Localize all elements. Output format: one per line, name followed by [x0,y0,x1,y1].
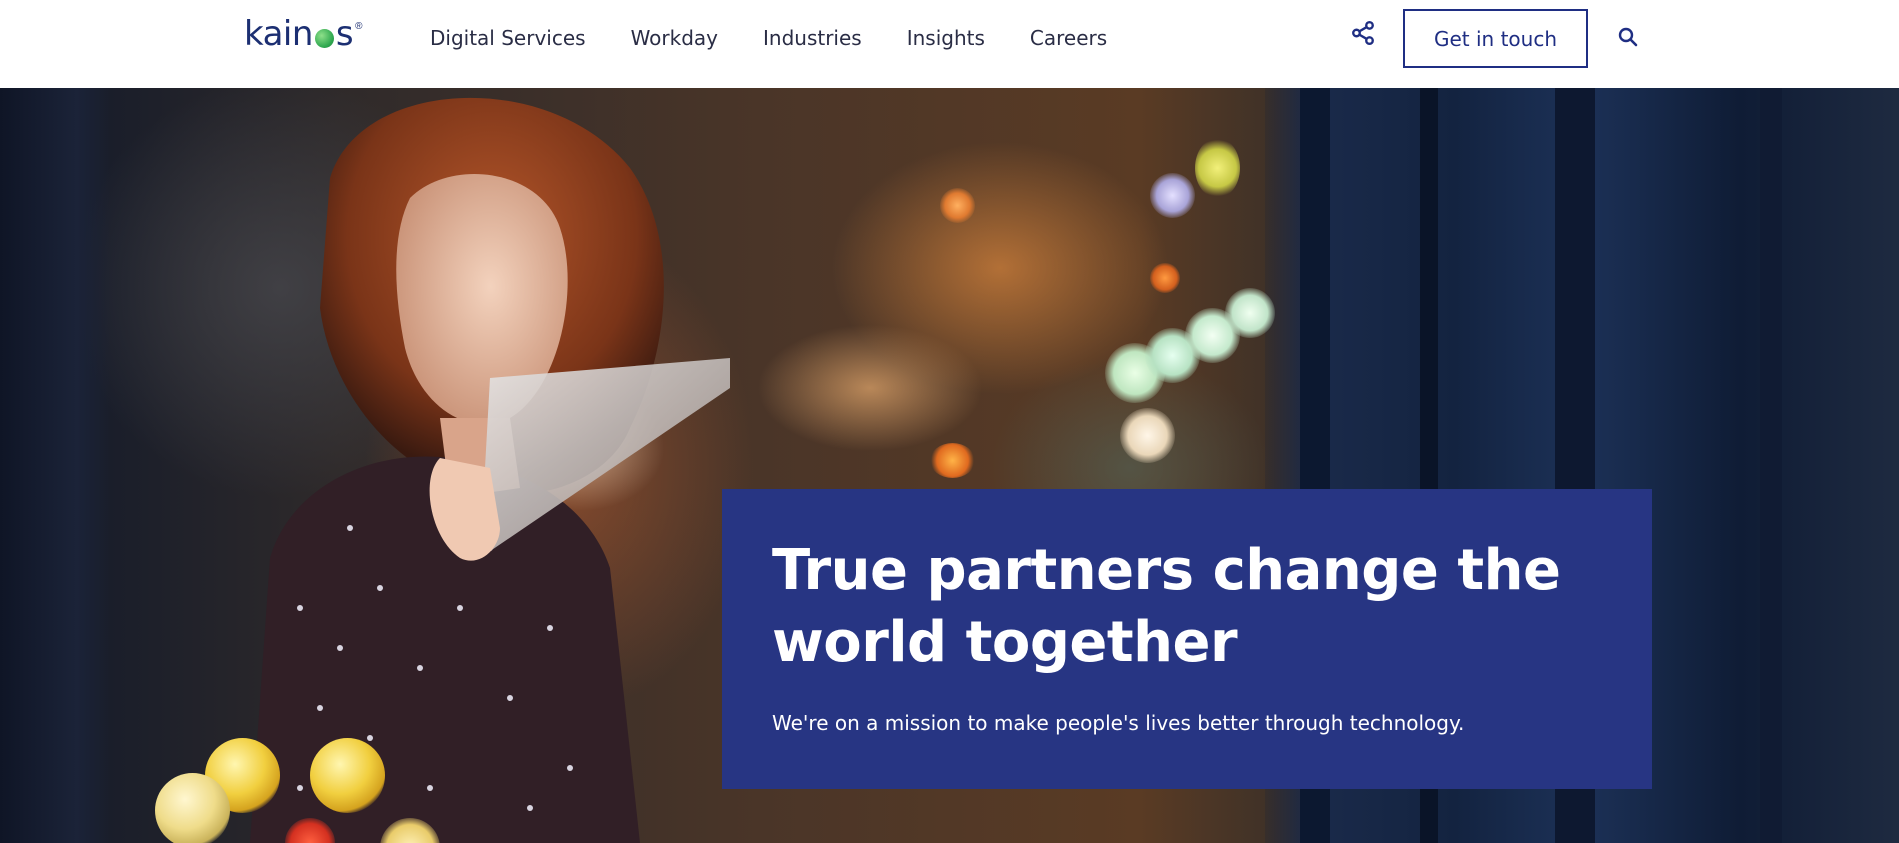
hero-subtitle: We're on a mission to make people's live… [772,711,1465,735]
hero-pillar [1760,88,1782,843]
hero-title-line-2: world together [772,610,1238,675]
page: kain s ® Digital Services Workday Indust… [0,0,1899,843]
hero-card: True partners change the world together … [722,489,1652,789]
bokeh-light [1120,408,1175,463]
logo-text-start: kain [244,14,313,54]
bokeh-light [1225,288,1275,338]
bokeh-light [1150,173,1195,218]
main-nav: Digital Services Workday Industries Insi… [430,24,1152,52]
nav-item-careers[interactable]: Careers [1030,24,1107,52]
logo-text-end: s [335,14,354,54]
hero-window-frame-left [0,88,110,843]
bokeh-light [1150,263,1180,293]
get-in-touch-button[interactable]: Get in touch [1403,9,1588,68]
bokeh-light [1195,138,1240,198]
logo-dot-icon [314,29,334,48]
nav-item-workday[interactable]: Workday [631,24,718,52]
nav-item-digital-services[interactable]: Digital Services [430,24,586,52]
hero-photo-woman-with-tablet [250,97,730,843]
nav-item-industries[interactable]: Industries [763,24,862,52]
hero-title: True partners change the world together [772,535,1602,679]
logo-registered-mark: ® [355,21,363,32]
share-icon[interactable] [1350,20,1376,46]
bokeh-light [310,738,385,813]
nav-item-insights[interactable]: Insights [907,24,985,52]
search-icon[interactable] [1616,25,1640,49]
hero-section: True partners change the world together … [0,88,1899,843]
hero-title-line-1: True partners change the [772,538,1561,603]
site-header: kain s ® Digital Services Workday Indust… [0,0,1899,88]
bokeh-light [940,188,975,223]
bokeh-light [930,443,975,478]
bokeh-light [155,773,230,843]
kainos-logo[interactable]: kain s ® [244,14,363,54]
